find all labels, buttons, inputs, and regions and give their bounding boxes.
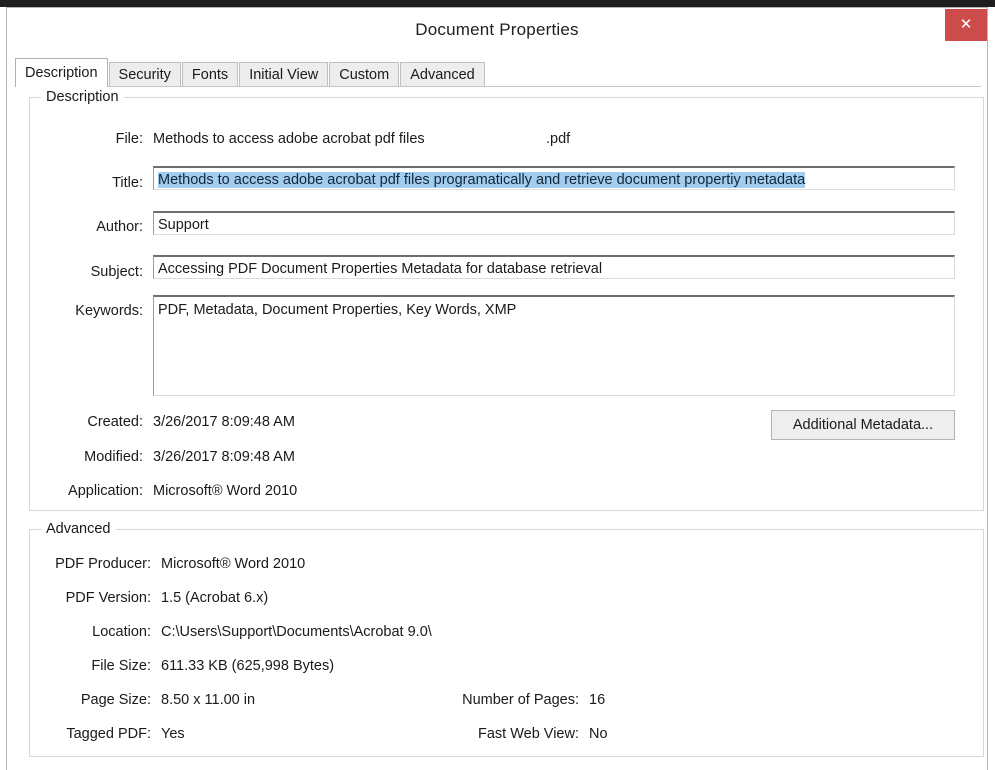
application-label: Application: xyxy=(68,483,143,499)
subject-input[interactable]: Accessing PDF Document Properties Metada… xyxy=(153,255,955,279)
file-size-label: File Size: xyxy=(91,658,151,674)
number-of-pages-label: Number of Pages: xyxy=(462,692,579,708)
dialog-titlebar: Document Properties ✕ xyxy=(7,8,987,52)
document-properties-screen: Document Properties ✕ Description Securi… xyxy=(0,0,995,770)
author-label: Author: xyxy=(96,219,143,235)
tab-security[interactable]: Security xyxy=(108,62,181,87)
fast-web-view-value: No xyxy=(589,726,608,742)
advanced-group-label: Advanced xyxy=(41,521,116,537)
keywords-textarea[interactable]: PDF, Metadata, Document Properties, Key … xyxy=(153,295,955,396)
subject-label: Subject: xyxy=(90,264,143,280)
page-size-value: 8.50 x 11.00 in xyxy=(161,692,256,708)
desktop-top-strip xyxy=(0,0,995,7)
pdf-version-value: 1.5 (Acrobat 6.x) xyxy=(161,590,269,606)
tab-description[interactable]: Description xyxy=(15,58,108,87)
tagged-pdf-label: Tagged PDF: xyxy=(66,726,151,742)
tab-bar: Description Security Fonts Initial View … xyxy=(15,57,981,87)
created-value: 3/26/2017 8:09:48 AM xyxy=(153,414,295,430)
keywords-textarea-value: PDF, Metadata, Document Properties, Key … xyxy=(158,302,517,318)
title-input[interactable]: Methods to access adobe acrobat pdf file… xyxy=(153,166,955,190)
modified-value: 3/26/2017 8:09:48 AM xyxy=(153,449,295,465)
pdf-producer-value: Microsoft® Word 2010 xyxy=(161,556,306,572)
tab-initial-view[interactable]: Initial View xyxy=(239,62,329,87)
pdf-producer-label: PDF Producer: xyxy=(55,556,151,572)
subject-input-value: Accessing PDF Document Properties Metada… xyxy=(158,261,603,277)
created-label: Created: xyxy=(87,414,143,430)
tab-custom[interactable]: Custom xyxy=(329,62,400,87)
document-properties-dialog: Document Properties ✕ Description Securi… xyxy=(6,7,988,770)
author-input[interactable]: Support xyxy=(153,211,955,235)
location-value: C:\Users\Support\Documents\Acrobat 9.0\ xyxy=(161,624,432,640)
close-icon[interactable]: ✕ xyxy=(945,9,987,41)
tab-underline xyxy=(15,86,981,87)
fast-web-view-label: Fast Web View: xyxy=(477,726,579,742)
dialog-title: Document Properties xyxy=(415,20,579,39)
file-label: File: xyxy=(115,131,143,147)
tab-advanced[interactable]: Advanced xyxy=(400,62,485,87)
author-input-value: Support xyxy=(158,217,209,233)
file-extension-value: .pdf xyxy=(546,131,571,147)
tab-fonts[interactable]: Fonts xyxy=(181,62,239,87)
additional-metadata-button[interactable]: Additional Metadata... xyxy=(771,410,955,440)
keywords-label: Keywords: xyxy=(75,303,143,319)
number-of-pages-value: 16 xyxy=(589,692,606,708)
title-input-value: Methods to access adobe acrobat pdf file… xyxy=(158,172,806,188)
modified-label: Modified: xyxy=(84,449,143,465)
title-label: Title: xyxy=(112,175,143,191)
tagged-pdf-value: Yes xyxy=(161,726,185,742)
description-group-label: Description xyxy=(41,89,124,105)
location-label: Location: xyxy=(92,624,151,640)
pdf-version-label: PDF Version: xyxy=(65,590,151,606)
page-size-label: Page Size: xyxy=(80,692,151,708)
file-value: Methods to access adobe acrobat pdf file… xyxy=(153,131,425,147)
file-size-value: 611.33 KB (625,998 Bytes) xyxy=(161,658,335,674)
application-value: Microsoft® Word 2010 xyxy=(153,483,298,499)
